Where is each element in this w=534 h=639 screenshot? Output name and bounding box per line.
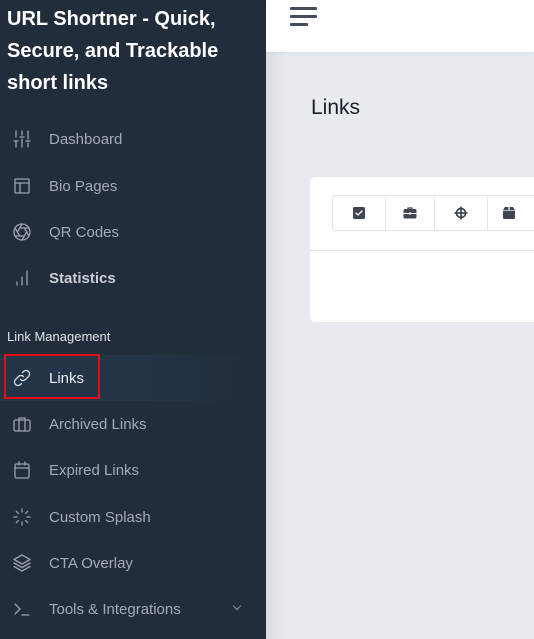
select-all-button[interactable] — [333, 196, 386, 230]
sidebar-item-expired-links[interactable]: Expired Links — [0, 447, 266, 493]
calendar-icon — [12, 460, 32, 480]
sidebar-item-label: CTA Overlay — [49, 554, 133, 572]
hamburger-menu-icon[interactable] — [290, 6, 318, 28]
sidebar: URL Shortner - Quick, Secure, and Tracka… — [0, 0, 266, 639]
selection-highlight — [4, 354, 100, 399]
check-square-icon — [352, 207, 365, 219]
loader-icon — [12, 507, 32, 527]
archive-button[interactable] — [386, 196, 436, 230]
sidebar-item-cta-overlay[interactable]: CTA Overlay — [0, 540, 266, 586]
chevron-down-icon — [232, 601, 242, 611]
sidebar-item-label: Tools & Integrations — [49, 600, 181, 618]
target-button[interactable] — [435, 196, 488, 230]
crosshairs-icon — [454, 206, 468, 220]
card-divider — [310, 250, 534, 251]
sidebar-item-label: Custom Splash — [49, 508, 151, 526]
brand-title: URL Shortner - Quick, Secure, and Tracka… — [7, 8, 219, 94]
terminal-icon — [12, 599, 32, 619]
layout-icon — [12, 176, 32, 196]
sidebar-item-label: Dashboard — [49, 130, 123, 148]
aperture-icon — [12, 222, 32, 242]
briefcase-icon — [403, 207, 417, 219]
sliders-icon — [12, 129, 32, 149]
sidebar-item-label: Expired Links — [49, 461, 140, 479]
sidebar-item-label: QR Codes — [49, 223, 120, 241]
topbar — [266, 0, 534, 52]
layers-icon — [12, 553, 32, 573]
sidebar-item-archived-links[interactable]: Archived Links — [0, 401, 266, 447]
sidebar-item-bio-pages[interactable]: Bio Pages — [0, 163, 266, 209]
box-button[interactable] — [488, 196, 534, 230]
box-icon — [503, 207, 516, 219]
section-label-link-management: Link Management — [7, 329, 111, 344]
sidebar-item-label: Archived Links — [49, 415, 147, 433]
sidebar-item-qr-codes[interactable]: QR Codes — [0, 209, 266, 255]
sidebar-item-statistics[interactable]: Statistics — [0, 255, 266, 301]
toolbar-button-group — [332, 195, 534, 231]
bar-chart-icon — [12, 268, 32, 288]
briefcase-icon — [12, 414, 32, 434]
sidebar-item-tools-integrations[interactable]: Tools & Integrations — [0, 586, 266, 632]
sidebar-item-dashboard[interactable]: Dashboard — [0, 116, 266, 162]
sidebar-shadow — [266, 52, 286, 639]
sidebar-item-label: Bio Pages — [49, 177, 118, 195]
sidebar-item-label: Statistics — [49, 269, 116, 287]
links-card — [310, 177, 534, 322]
page-title: Links — [311, 96, 361, 119]
sidebar-item-custom-splash[interactable]: Custom Splash — [0, 494, 266, 540]
